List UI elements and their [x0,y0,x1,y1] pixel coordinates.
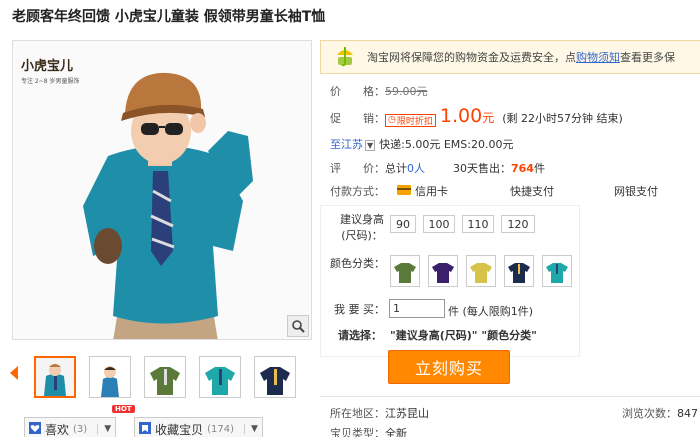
credit-card-option[interactable]: 信用卡 [415,183,448,199]
promo-row: 促 销： ◷ 限时折扣 1.00 元 (剩 22小时57分钟 结束) [330,105,623,127]
size-label: 建议身高 (尺码)： [340,212,384,244]
color-swatch-green[interactable] [390,255,420,287]
hot-badge: HOT [112,405,135,413]
favorite-icon [139,421,152,437]
clock-icon: ◷ [388,115,396,125]
sold-count: 764 [511,162,534,175]
color-swatch-purple[interactable] [428,255,458,287]
thumbnail-3[interactable] [144,356,186,398]
location-label: 所在地区： [330,407,385,420]
like-button[interactable]: 喜欢 (3) ▼ [24,417,117,437]
promo-badge: ◷ 限时折扣 [385,113,436,127]
chevron-down-icon[interactable]: ▼ [365,140,376,151]
size-label-line1: 建议身高 [340,213,384,226]
security-notice: 淘宝网将保障您的购物资金及运费安全，点购物须知查看更多保 [320,40,700,74]
thumbnail-1[interactable] [34,356,76,398]
size-option-100[interactable]: 100 [423,215,455,233]
buy-now-button[interactable]: 立刻购买 [388,350,510,384]
payment-label: 付款方式： [330,185,385,198]
brand-tagline: 专注 2~8 岁男童服饰 [21,78,80,85]
favorite-label: 收藏宝贝 [155,422,204,437]
size-option-90[interactable]: 90 [390,215,416,233]
quantity-label: 我 要 买： [334,303,385,316]
item-type-label: 宝贝类型： [330,427,385,437]
promo-badge-text: 限时折扣 [396,116,433,127]
original-price: 59.00元 [385,85,428,98]
color-swatch-yellow[interactable] [466,255,496,287]
promo-price: 1.00 [439,105,483,127]
shipping-destination[interactable]: 至江苏 [330,136,363,152]
quantity-note: 件 (每人限购1件) [448,305,534,318]
like-label: 喜欢 [45,422,70,437]
promo-remaining: (剩 22小时57分钟 结束) [502,112,623,125]
purchase-notice-link[interactable]: 购物须知 [576,51,620,64]
views-row: 浏览次数： 847 [622,405,698,421]
shipping-fees: 快递:5.00元 EMS:20.00元 [379,138,514,151]
like-count: (3) [73,423,88,435]
brand-logo: 小虎宝儿 专注 2~8 岁男童服饰 [21,55,91,85]
thumb-prev-icon[interactable] [10,366,18,380]
size-option-120[interactable]: 120 [501,215,535,233]
action-bar: 喜欢 (3) ▼ 收藏宝贝 (174) ▼ [24,417,263,437]
zoom-icon[interactable] [287,315,309,337]
review-label: 评 价： [330,162,385,175]
size-label-line2: (尺码)： [341,229,383,242]
chevron-down-icon[interactable]: ▼ [97,424,111,434]
main-product-image[interactable]: 小虎宝儿 专注 2~8 岁男童服饰 [12,40,312,340]
price-label: 价 格： [330,85,385,98]
favorite-button[interactable]: 收藏宝贝 (174) ▼ [134,417,263,437]
thumbnail-strip [34,356,296,398]
location-row: 所在地区： 江苏昆山 [330,405,429,421]
color-swatch-teal[interactable] [542,255,572,287]
review-total-label: 总计 [385,162,407,175]
shipping-row: 至江苏 ▼ 快递:5.00元 EMS:20.00元 [330,136,513,152]
payment-row: 付款方式： 信用卡 快捷支付 网银支付 [330,183,658,199]
credit-card-icon [397,185,411,198]
product-title: 老顾客年终回馈 小虎宝儿童装 假领带男童长袖T恤 [12,9,326,25]
item-type-value: 全新 [385,427,407,437]
original-price-row: 价 格： 59.00元 [330,83,428,99]
thumbnail-4[interactable] [199,356,241,398]
notice-suffix: 查看更多保 [620,51,675,64]
color-label: 颜色分类： [330,257,385,270]
views-value: 847 [677,407,698,420]
product-photo [13,41,311,339]
views-label: 浏览次数： [622,407,677,420]
thumbnail-2[interactable] [89,356,131,398]
size-option-110[interactable]: 110 [462,215,494,233]
bank-pay-option[interactable]: 网银支付 [614,183,658,199]
review-total-link[interactable]: 0人 [407,160,425,176]
heart-icon [29,421,41,437]
quantity-input[interactable]: 1 [389,299,445,318]
choose-label: 请选择： [338,329,382,342]
promo-unit: 元 [482,111,495,125]
umbrella-icon [335,45,355,70]
divider [320,396,700,397]
location-value: 江苏昆山 [385,407,429,420]
promo-label: 促 销： [330,112,385,125]
express-pay-option[interactable]: 快捷支付 [510,183,554,199]
review-row: 评 价： 总计 0人 30天售出： 764 件 [330,160,545,176]
thumbnail-5[interactable] [254,356,296,398]
notice-text: 淘宝网将保障您的购物资金及运费安全，点购物须知查看更多保 [367,49,675,65]
item-type-row: 宝贝类型： 全新 [330,425,407,437]
chevron-down-icon[interactable]: ▼ [244,424,258,434]
favorite-count: (174) [207,423,235,435]
choose-value: "建议身高(尺码)" "颜色分类" [390,329,537,342]
sold-label: 30天售出： [453,162,511,175]
sold-unit: 件 [533,162,545,175]
brand-name: 小虎宝儿 [21,59,74,74]
notice-prefix: 淘宝网将保障您的购物资金及运费安全，点 [367,51,576,64]
color-swatch-navy[interactable] [504,255,534,287]
